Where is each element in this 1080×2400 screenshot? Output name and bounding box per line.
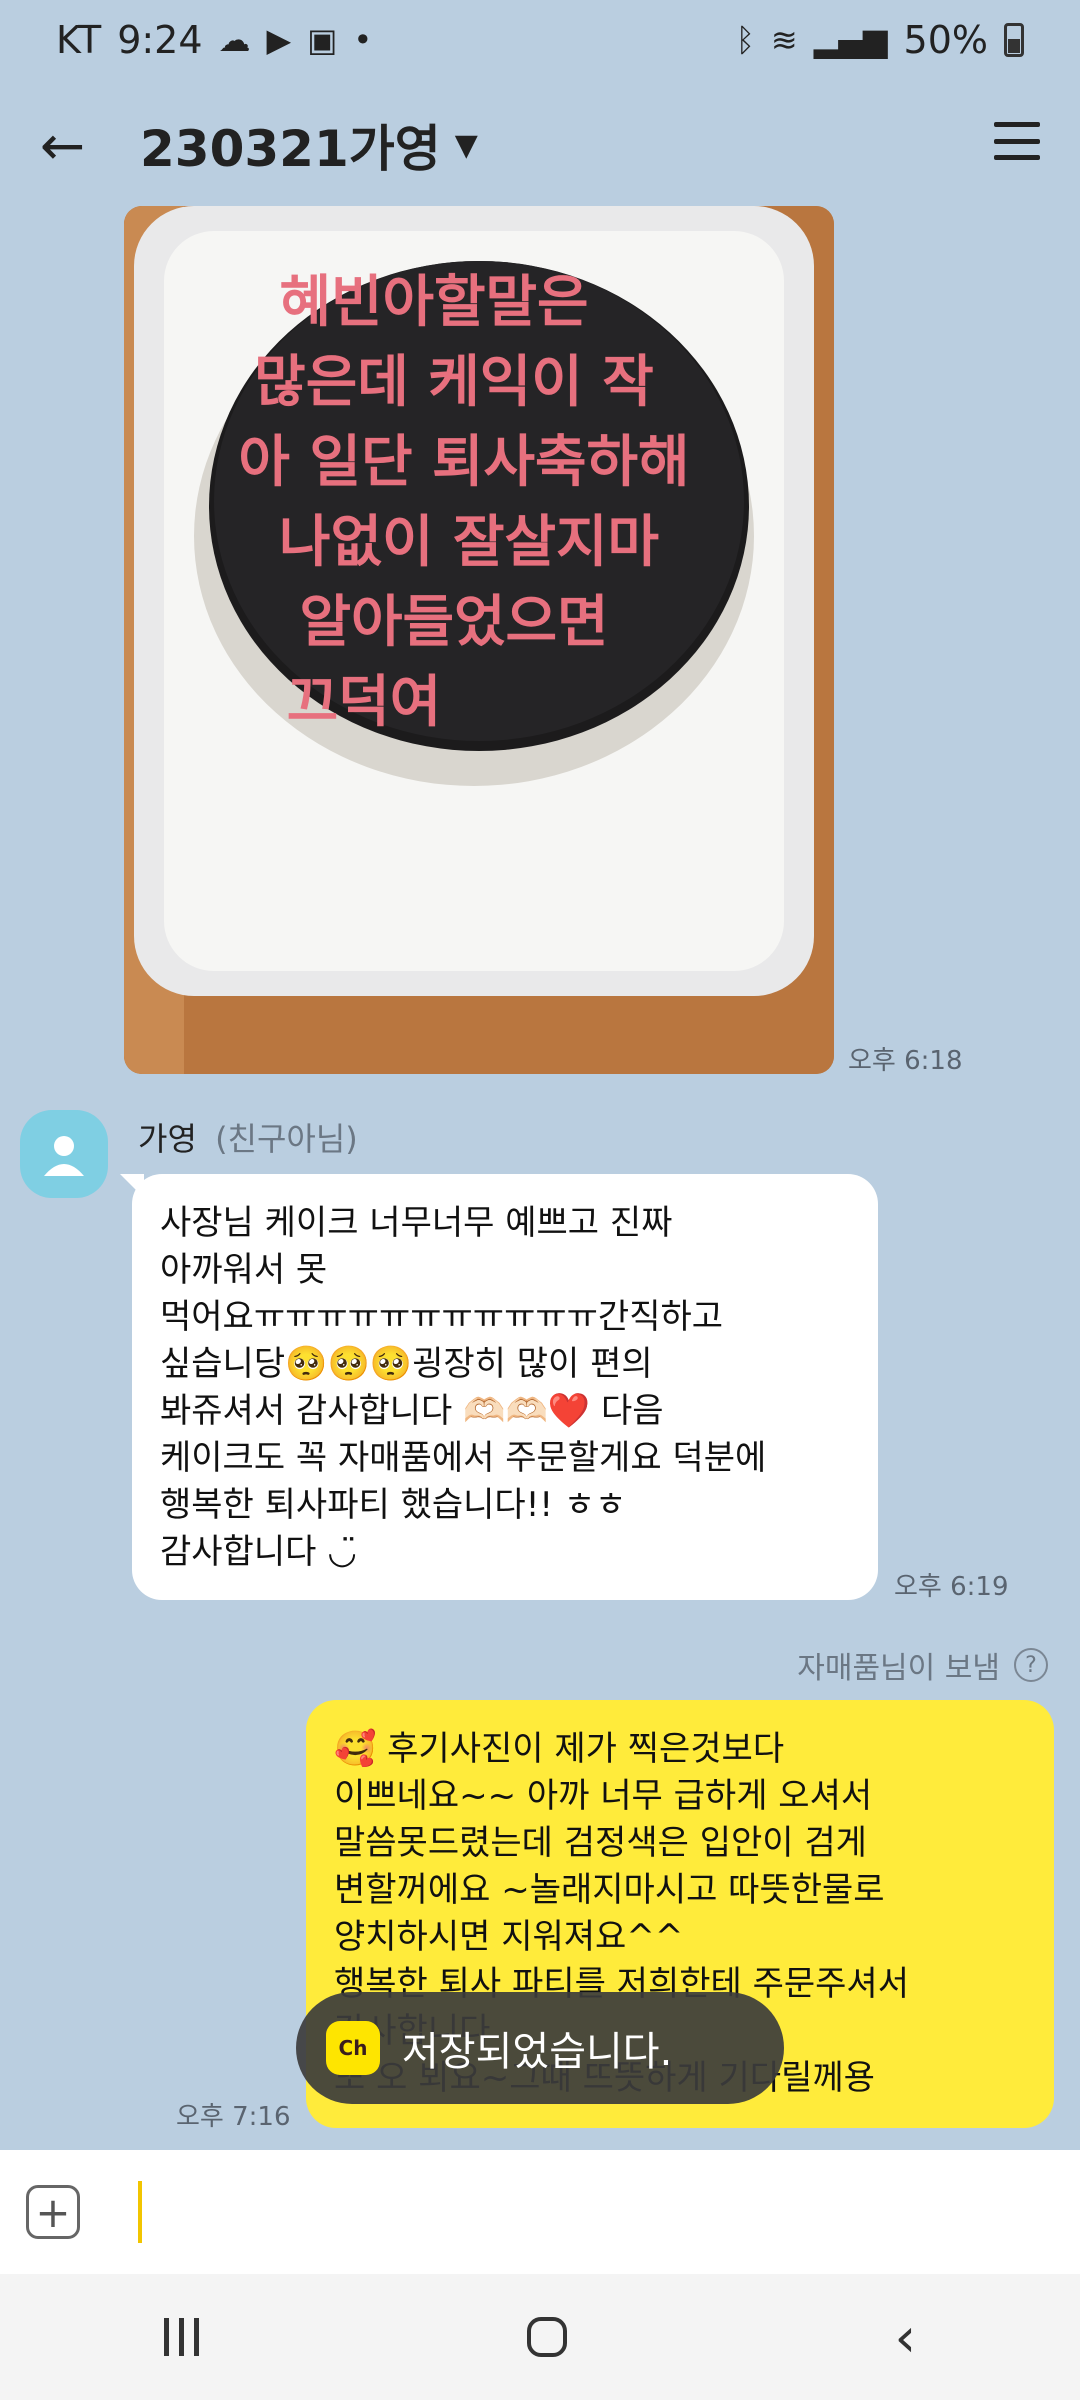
back-icon[interactable]: ‹ — [894, 2306, 916, 2369]
message-line: 변할꺼에요 ~놀래지마시고 따뜻한물로 — [334, 1870, 885, 1910]
plus-icon[interactable]: + — [26, 2185, 80, 2239]
battery-percent: 50% — [903, 18, 988, 62]
recent-apps-icon[interactable] — [163, 2318, 199, 2356]
sent-via-label: 자매품님이 보냄 ? — [797, 1643, 1048, 1687]
sender-name-row: 가영 (친구아님) — [138, 1114, 358, 1160]
system-nav-bar: ‹ — [0, 2274, 1080, 2400]
message-line: 🥰 후기사진이 제가 찍은것보다 — [334, 1729, 785, 1769]
message-line: 케이크도 꼭 자매품에서 주문할게요 덕분에 — [160, 1438, 767, 1478]
dot-icon: • — [353, 21, 373, 59]
message-line: 먹어요ㅠㅠㅠㅠㅠㅠㅠㅠㅠㅠㅠ간직하고 — [160, 1297, 724, 1337]
message-line: 싶습니당🥺🥺🥺굉장히 많이 편의 — [160, 1344, 653, 1384]
saved-toast: Ch 저장되었습니다. — [296, 1992, 784, 2104]
person-icon — [44, 1136, 84, 1176]
cake-text-line: 많은데 케익이 작 — [254, 350, 654, 415]
cake-text-line: 아 일단 퇴사축하해 — [238, 430, 689, 495]
help-icon[interactable]: ? — [1014, 1648, 1048, 1682]
signal-icon: ▂▄▆ — [813, 21, 888, 59]
message-line: 양치하시면 지워져요^^ — [334, 1917, 684, 1957]
message-line: 감사합니다 ◡̈ — [160, 1532, 357, 1572]
not-friend-badge: (친구아님) — [215, 1120, 358, 1158]
cloud-icon: ☁ — [218, 21, 251, 59]
wifi-icon: ≋ — [770, 21, 798, 59]
battery-icon — [1004, 23, 1024, 57]
avatar[interactable] — [20, 1110, 108, 1198]
message-input-bar: + — [0, 2150, 1080, 2274]
message-time: 오후 6:18 — [848, 1046, 963, 1076]
message-line: 말씀못드렸는데 검정색은 입안이 검게 — [334, 1823, 867, 1863]
cake-text-line: 혜빈아할말은 — [279, 270, 588, 335]
gallery-icon: ▣ — [307, 21, 338, 59]
message-time: 오후 7:16 — [176, 2102, 291, 2132]
message-time: 오후 6:19 — [894, 1572, 1009, 1602]
carrier-label: KT — [56, 18, 102, 62]
message-line: 이쁘네요~~ 아까 너무 급하게 오셔서 — [334, 1776, 873, 1816]
sender-name: 가영 — [138, 1120, 197, 1158]
chat-header: ← 230321가영 ▼ — [0, 80, 1080, 210]
message-line: 행복한 퇴사파티 했습니다!! ㅎㅎ — [160, 1485, 627, 1525]
status-bar: KT 9:24 ☁ ▶ ▣ • ᛒ ≋ ▂▄▆ 50% — [0, 0, 1080, 80]
caret-down-icon[interactable]: ▼ — [455, 128, 478, 163]
menu-icon[interactable] — [994, 122, 1040, 160]
youtube-icon: ▶ — [266, 21, 292, 59]
toast-text: 저장되었습니다. — [402, 2029, 673, 2075]
sent-via-text: 자매품님이 보냄 — [797, 1651, 1000, 1686]
cake-text-line: 나없이 잘살지마 — [279, 510, 659, 575]
cake-text-line: 끄덕여 — [287, 670, 442, 735]
friend-message-bubble[interactable]: 사장님 케이크 너무너무 예쁘고 진짜 아까워서 못 먹어요ㅠㅠㅠㅠㅠㅠㅠㅠㅠㅠ… — [120, 1174, 878, 1600]
message-line: 아까워서 못 — [160, 1250, 328, 1290]
channel-logo-icon: Ch — [326, 2021, 380, 2075]
back-arrow-icon[interactable]: ← — [40, 114, 110, 177]
clock: 9:24 — [117, 18, 203, 62]
message-line: 봐쥬셔서 감사합니다 🫶🏻🫶🏻❤️ 다음 — [160, 1391, 664, 1431]
message-input[interactable] — [138, 2181, 142, 2243]
cake-photo[interactable]: 혜빈아할말은 많은데 케익이 작 아 일단 퇴사축하해 나없이 잘살지마 알아들… — [124, 206, 834, 1074]
cake-text-line: 알아들었으면 — [299, 590, 608, 655]
message-line: 사장님 케이크 너무너무 예쁘고 진짜 — [160, 1203, 673, 1243]
bluetooth-icon: ᛒ — [735, 21, 755, 59]
home-icon[interactable] — [526, 2317, 567, 2357]
chat-title[interactable]: 230321가영 — [140, 109, 441, 181]
